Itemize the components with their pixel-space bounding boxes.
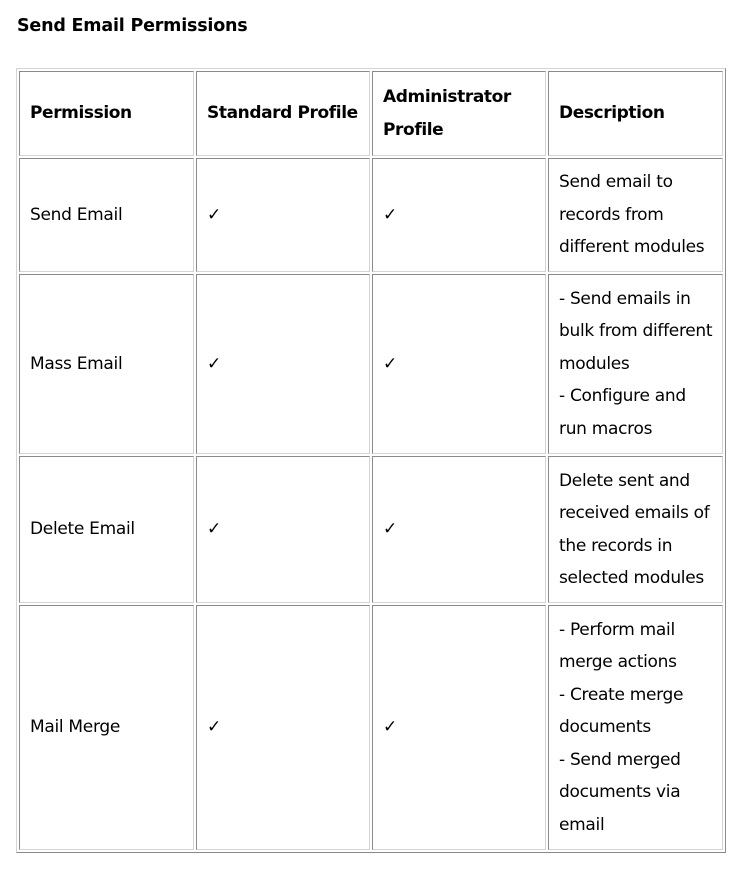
table-header-row: Permission Standard Profile Administrato… bbox=[19, 71, 723, 156]
standard-profile-cell: ✓ bbox=[196, 605, 370, 850]
standard-profile-cell: ✓ bbox=[196, 158, 370, 272]
header-administrator-profile: Administrator Profile bbox=[372, 71, 546, 156]
administrator-profile-cell: ✓ bbox=[372, 456, 546, 603]
permission-name: Send Email bbox=[19, 158, 194, 272]
description-cell: - Perform mail merge actions - Create me… bbox=[548, 605, 723, 850]
description-text: - Configure and run macros bbox=[559, 386, 686, 439]
description-text: Delete sent and received emails of the r… bbox=[559, 470, 710, 589]
table-row: Delete Email ✓ ✓ Delete sent and receive… bbox=[19, 456, 723, 603]
header-standard-profile: Standard Profile bbox=[196, 71, 370, 156]
permission-name: Delete Email bbox=[19, 456, 194, 603]
checkmark-icon: ✓ bbox=[383, 204, 397, 225]
description-text: - Create merge documents bbox=[559, 684, 684, 738]
description-text: - Perform mail merge actions bbox=[559, 619, 677, 673]
checkmark-icon: ✓ bbox=[207, 353, 221, 374]
checkmark-icon: ✓ bbox=[207, 519, 221, 540]
description-text: Send email to records from different mod… bbox=[559, 172, 705, 258]
description-cell: - Send emails in bulk from different mod… bbox=[548, 274, 723, 454]
header-permission: Permission bbox=[19, 71, 194, 156]
table-row: Mass Email ✓ ✓ - Send emails in bulk fro… bbox=[19, 274, 723, 454]
administrator-profile-cell: ✓ bbox=[372, 158, 546, 272]
description-cell: Delete sent and received emails of the r… bbox=[548, 456, 723, 603]
checkmark-icon: ✓ bbox=[383, 519, 397, 540]
permission-name: Mass Email bbox=[19, 274, 194, 454]
checkmark-icon: ✓ bbox=[207, 204, 221, 225]
permissions-table: Permission Standard Profile Administrato… bbox=[16, 68, 726, 853]
permission-name: Mail Merge bbox=[19, 605, 194, 850]
administrator-profile-cell: ✓ bbox=[372, 274, 546, 454]
description-text: - Send emails in bulk from different mod… bbox=[559, 288, 713, 374]
table-row: Mail Merge ✓ ✓ - Perform mail merge acti… bbox=[19, 605, 723, 850]
standard-profile-cell: ✓ bbox=[196, 456, 370, 603]
description-cell: Send email to records from different mod… bbox=[548, 158, 723, 272]
header-description: Description bbox=[548, 71, 723, 156]
standard-profile-cell: ✓ bbox=[196, 274, 370, 454]
checkmark-icon: ✓ bbox=[207, 717, 221, 738]
table-row: Send Email ✓ ✓ Send email to records fro… bbox=[19, 158, 723, 272]
description-text: - Send merged documents via email bbox=[559, 749, 681, 835]
checkmark-icon: ✓ bbox=[383, 717, 397, 738]
checkmark-icon: ✓ bbox=[383, 353, 397, 374]
page-title: Send Email Permissions bbox=[17, 16, 248, 36]
administrator-profile-cell: ✓ bbox=[372, 605, 546, 850]
